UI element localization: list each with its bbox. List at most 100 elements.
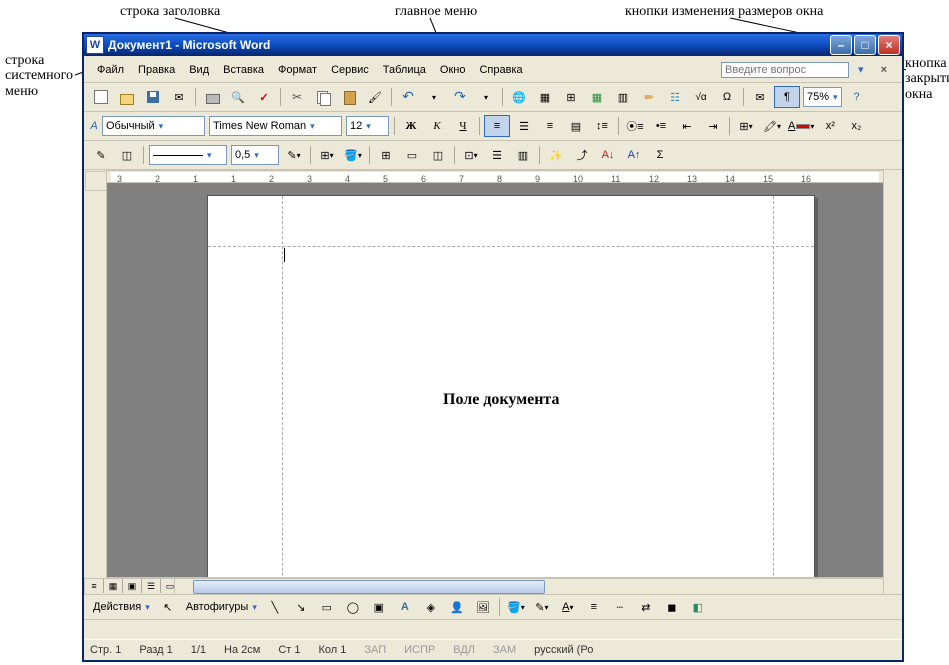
align-center-button[interactable]: ☰	[512, 116, 536, 136]
tables-borders-button[interactable]: ▦	[533, 87, 557, 107]
wordart-button[interactable]: A	[393, 597, 417, 617]
style-combo[interactable]: Обычный▾	[102, 116, 205, 136]
line-button[interactable]: ╲	[263, 597, 287, 617]
fontsize-combo[interactable]: 12▾	[346, 116, 389, 136]
textdir-button[interactable]: ⤴	[570, 145, 594, 165]
show-marks-button[interactable]: ¶	[774, 86, 800, 108]
undo-dd[interactable]: ▾	[422, 87, 446, 107]
menu-edit[interactable]: Правка	[131, 62, 182, 78]
copy-button[interactable]	[311, 87, 335, 107]
lineweight-combo[interactable]: 0,5▾	[231, 145, 279, 165]
autosum-button[interactable]: Σ	[648, 145, 672, 165]
envelope-button[interactable]: ✉	[748, 87, 772, 107]
autoshapes-menu[interactable]: Автофигуры▾	[183, 598, 260, 616]
hyperlink-button[interactable]: 🌐	[507, 87, 531, 107]
bordercolor-button[interactable]: ✎▾	[282, 145, 306, 165]
maximize-button[interactable]: □	[854, 35, 876, 55]
clipart-button[interactable]: 👤	[445, 597, 469, 617]
spellcheck-button[interactable]: ✓	[252, 87, 276, 107]
select-objects-button[interactable]: ↖	[156, 597, 180, 617]
oval-button[interactable]: ◯	[341, 597, 365, 617]
mergecells-button[interactable]: ▭	[400, 145, 424, 165]
status-rec[interactable]: ЗАП	[364, 644, 386, 656]
zoom-combo[interactable]: 75%▾	[803, 87, 842, 107]
distribute-rows-button[interactable]: ☰	[485, 145, 509, 165]
fillcolor-button[interactable]: 🪣▾	[341, 145, 365, 165]
status-trk[interactable]: ИСПР	[404, 644, 435, 656]
sort-asc-button[interactable]: A↓	[596, 145, 620, 165]
linecolor-draw-button[interactable]: ✎▾	[530, 597, 554, 617]
bullets-button[interactable]: •≡	[649, 116, 673, 136]
mail-button[interactable]: ✉	[167, 87, 191, 107]
outdent-button[interactable]: ⇤	[675, 116, 699, 136]
align-right-button[interactable]: ≡	[538, 116, 562, 136]
document-page[interactable]: Поле документа	[207, 195, 815, 578]
3d-button[interactable]: ◧	[686, 597, 710, 617]
distribute-cols-button[interactable]: ▥	[511, 145, 535, 165]
drawing-button[interactable]: ✏	[637, 87, 661, 107]
align-cell-button[interactable]: ⊡▾	[459, 145, 483, 165]
dashstyle-button[interactable]: ┄	[608, 597, 632, 617]
highlight-button[interactable]: 🖍▾	[760, 116, 784, 136]
diagram-button[interactable]: ◈	[419, 597, 443, 617]
status-lang[interactable]: русский (Ро	[534, 644, 593, 656]
new-doc-button[interactable]	[89, 87, 113, 107]
app-icon[interactable]: W	[86, 36, 104, 54]
drawing-actions-menu[interactable]: Действия▾	[90, 598, 153, 616]
borders-button[interactable]: ⊞▾	[734, 116, 758, 136]
linestyle-combo[interactable]: ▾	[149, 145, 227, 165]
close-button[interactable]: ×	[878, 35, 900, 55]
excel-button[interactable]: ▦	[585, 87, 609, 107]
view-web-button[interactable]: ▦	[104, 579, 123, 593]
align-left-button[interactable]: ≡	[484, 115, 510, 137]
menu-format[interactable]: Формат	[271, 62, 324, 78]
status-ext[interactable]: ВДЛ	[453, 644, 475, 656]
minimize-button[interactable]: –	[830, 35, 852, 55]
font-combo[interactable]: Times New Roman▾	[209, 116, 342, 136]
tab-selector[interactable]	[85, 171, 107, 191]
symbol-button[interactable]: Ω	[715, 87, 739, 107]
align-justify-button[interactable]: ▤	[564, 116, 588, 136]
menu-view[interactable]: Вид	[182, 62, 216, 78]
hscroll-thumb[interactable]	[193, 580, 545, 594]
open-button[interactable]	[115, 87, 139, 107]
formula-button[interactable]: √α	[689, 87, 713, 107]
map-button[interactable]: ☷	[663, 87, 687, 107]
ask-dropdown-icon[interactable]: ▾	[851, 61, 871, 78]
cut-button[interactable]	[285, 87, 309, 107]
underline-button[interactable]: Ч	[451, 116, 475, 136]
undo-button[interactable]	[396, 87, 420, 107]
document-close-button[interactable]: ×	[877, 64, 891, 76]
subscript-button[interactable]: x₂	[844, 116, 868, 136]
fontcolor-draw-button[interactable]: A▾	[556, 597, 580, 617]
vertical-ruler[interactable]	[106, 183, 107, 577]
view-normal-button[interactable]: ≡	[85, 579, 104, 593]
menu-tools[interactable]: Сервис	[324, 62, 376, 78]
paste-button[interactable]	[337, 87, 361, 107]
linespacing-button[interactable]: ↕≡	[590, 116, 614, 136]
view-outline-button[interactable]: ☰	[142, 579, 161, 593]
format-painter-button[interactable]: 🖌	[363, 87, 387, 107]
arrowstyle-button[interactable]: ⇄	[634, 597, 658, 617]
splitcells-button[interactable]: ◫	[426, 145, 450, 165]
save-button[interactable]	[141, 87, 165, 107]
print-button[interactable]	[200, 87, 224, 107]
draw-table-button[interactable]: ✎	[89, 145, 113, 165]
textbox-button[interactable]: ▣	[367, 597, 391, 617]
ask-question-input[interactable]	[721, 62, 849, 78]
redo-dd[interactable]: ▾	[474, 87, 498, 107]
help-button[interactable]: ?	[845, 87, 869, 107]
picture-button[interactable]: 🖼	[471, 597, 495, 617]
menu-help[interactable]: Справка	[472, 62, 529, 78]
superscript-button[interactable]: x²	[818, 116, 842, 136]
menu-table[interactable]: Таблица	[376, 62, 433, 78]
fillcolor-draw-button[interactable]: 🪣▾	[504, 597, 528, 617]
columns-button[interactable]: ▥	[611, 87, 635, 107]
menu-file[interactable]: Файл	[90, 62, 131, 78]
preview-button[interactable]: 🔍	[226, 87, 250, 107]
indent-button[interactable]: ⇥	[701, 116, 725, 136]
border-button[interactable]: ⊞▾	[315, 145, 339, 165]
shadow-button[interactable]: ◼	[660, 597, 684, 617]
view-print-button[interactable]: ▣	[123, 579, 142, 593]
italic-button[interactable]: К	[425, 116, 449, 136]
